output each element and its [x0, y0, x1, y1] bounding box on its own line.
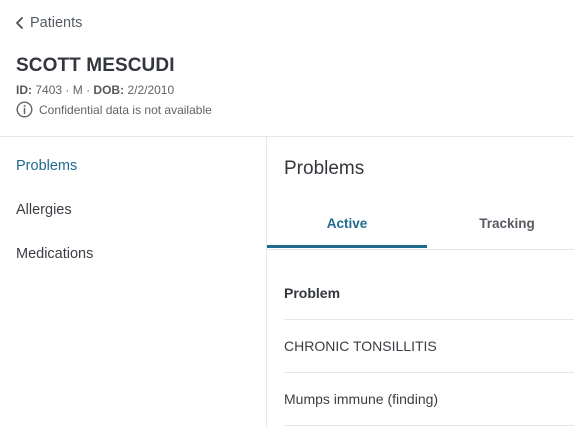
- chevron-left-icon: [16, 17, 23, 29]
- meta-separator: ·: [86, 83, 91, 97]
- active-tab-indicator: [267, 245, 427, 248]
- tabs-divider: [267, 249, 574, 250]
- patient-dob: 2/2/2010: [127, 83, 175, 97]
- dob-label: DOB:: [93, 83, 125, 97]
- table-row[interactable]: Mumps immune (finding): [284, 391, 438, 407]
- confidential-note-text: Confidential data is not available: [39, 102, 212, 117]
- row-divider: [284, 372, 574, 373]
- row-divider: [284, 319, 574, 320]
- table-row[interactable]: CHRONIC TONSILLITIS: [284, 338, 437, 354]
- patient-meta: ID: 7403 · M · DOB: 2/2/2010: [16, 83, 174, 97]
- patient-id: 7403: [35, 83, 63, 97]
- back-link-label: Patients: [30, 15, 83, 31]
- tab-active[interactable]: Active: [267, 216, 427, 231]
- row-divider: [284, 425, 574, 426]
- sidebar-nav: Problems Allergies Medications: [0, 137, 266, 427]
- sidebar-item-allergies[interactable]: Allergies: [16, 202, 72, 218]
- patient-sex: M: [72, 83, 83, 97]
- info-circle-icon: [16, 101, 33, 118]
- confidential-notice: Confidential data is not available: [16, 101, 212, 118]
- id-label: ID:: [16, 83, 32, 97]
- sidebar-item-problems[interactable]: Problems: [16, 158, 77, 174]
- problem-column-header: Problem: [284, 285, 341, 301]
- section-title: Problems: [284, 158, 365, 179]
- problems-panel: Problems Active Tracking Problem CHRONIC…: [267, 137, 574, 427]
- sidebar-item-medications[interactable]: Medications: [16, 246, 93, 262]
- back-to-patients-link[interactable]: Patients: [15, 14, 82, 32]
- tab-tracking[interactable]: Tracking: [427, 216, 574, 231]
- patient-name: SCOTT MESCUDI: [16, 55, 175, 76]
- meta-separator: ·: [65, 83, 70, 97]
